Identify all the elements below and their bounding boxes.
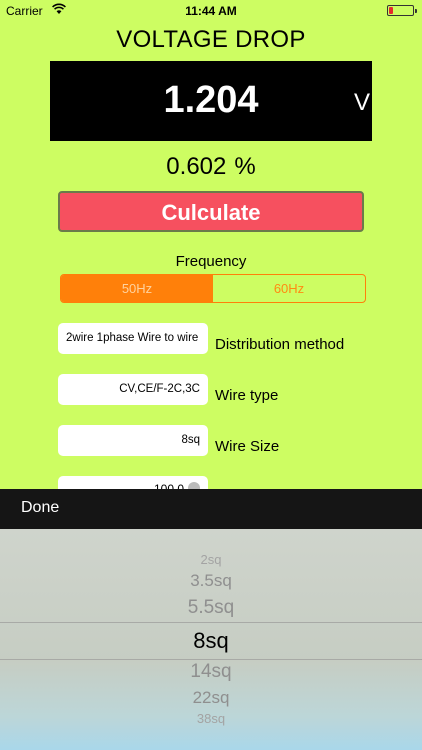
picker-option-selected[interactable]: 8sq	[0, 628, 422, 654]
page-title: VOLTAGE DROP	[116, 26, 306, 53]
percent-unit: %	[234, 153, 256, 180]
segment-50hz[interactable]: 50Hz	[61, 275, 213, 302]
picker-option[interactable]: 14sq	[0, 661, 422, 683]
picker-toolbar: Done	[0, 489, 422, 529]
picker-option[interactable]: 2sq	[0, 552, 422, 567]
wire-size-label: Wire Size	[215, 438, 280, 455]
calculate-button[interactable]: Culculate	[58, 191, 364, 232]
selection-bottom-line	[0, 659, 422, 660]
voltage-unit: V	[354, 89, 371, 116]
percent-readout: 0.602%	[0, 153, 422, 181]
frequency-label: Frequency	[175, 253, 247, 270]
picker-option[interactable]: 38sq	[0, 711, 422, 726]
done-button[interactable]: Done	[21, 499, 59, 517]
percent-value: 0.602	[166, 153, 227, 180]
picker-option[interactable]: 3.5sq	[0, 571, 422, 591]
wire-type-label: Wire type	[215, 387, 279, 404]
picker-option[interactable]: 22sq	[0, 688, 422, 708]
voltage-display: 1.204 V	[50, 61, 372, 141]
wire-type-field[interactable]: CV,CE/F-2C,3C	[58, 374, 208, 405]
clock: 11:44 AM	[185, 4, 237, 18]
wire-size-field[interactable]: 8sq	[58, 425, 208, 456]
picker-option[interactable]: 5.5sq	[0, 597, 422, 619]
selection-top-line	[0, 622, 422, 623]
battery-icon	[387, 5, 417, 16]
wire-size-picker[interactable]: 2sq 3.5sq 5.5sq 8sq 14sq 22sq 38sq	[0, 529, 422, 750]
length-field[interactable]: 100.0	[58, 476, 208, 490]
voltage-value: 1.204	[163, 79, 259, 121]
distribution-method-field[interactable]: 2wire 1phase Wire to wire	[58, 323, 208, 354]
frequency-segmented-control: 50Hz 60Hz	[60, 274, 366, 303]
status-bar: Carrier 11:44 AM	[0, 0, 422, 22]
distribution-method-label: Distribution method	[215, 336, 345, 353]
segment-60hz[interactable]: 60Hz	[213, 275, 365, 302]
